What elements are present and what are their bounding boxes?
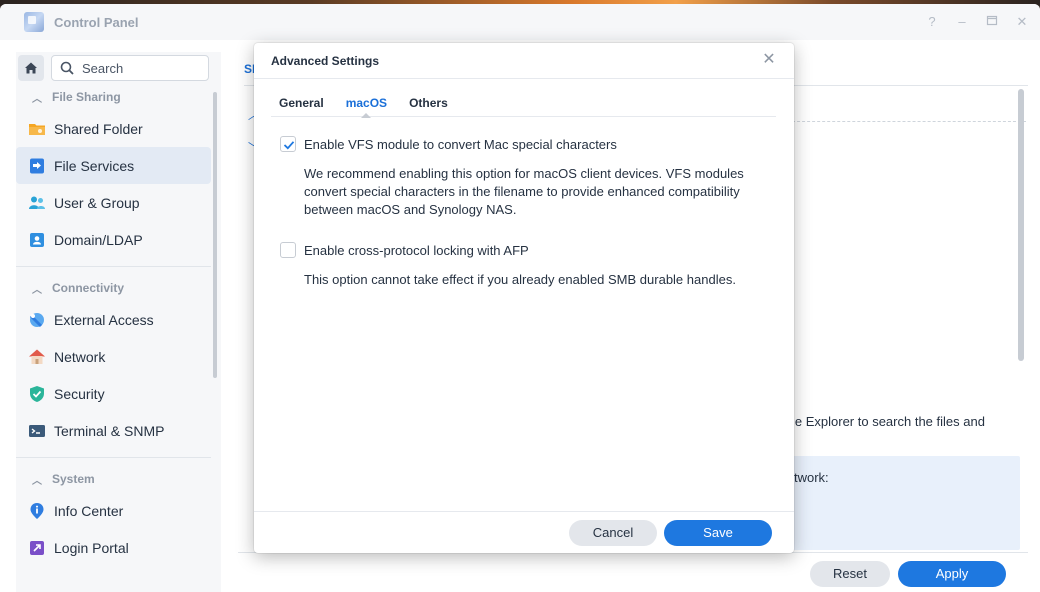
main-info-box: twork: — [782, 456, 1020, 550]
dialog-header: Advanced Settings — [254, 43, 794, 79]
main-dashed-divider — [782, 121, 1026, 122]
control-panel-app-icon — [24, 12, 44, 32]
folder-icon — [29, 123, 45, 135]
user-group-icon — [29, 196, 45, 209]
network-house-icon — [29, 349, 45, 364]
window-controls: ? – ✕ — [924, 14, 1030, 30]
sidebar-item-info-center[interactable]: Info Center — [16, 492, 211, 529]
sidebar-item-domain-ldap[interactable]: Domain/LDAP — [16, 221, 211, 258]
file-services-icon — [30, 158, 44, 173]
chevron-up-icon: ︿ — [32, 284, 42, 296]
tab-general[interactable]: General — [271, 79, 331, 117]
sidebar-divider — [16, 457, 211, 458]
afp-locking-checkbox[interactable] — [280, 242, 296, 258]
sidebar-item-label: File Services — [54, 157, 135, 174]
dialog-title: Advanced Settings — [271, 53, 380, 68]
sidebar-divider — [16, 266, 211, 267]
option-vfs-module[interactable]: Enable VFS module to convert Mac special… — [280, 136, 617, 152]
afp-locking-description: This option cannot take effect if you al… — [304, 272, 736, 287]
minimize-icon[interactable]: – — [954, 14, 970, 30]
sidebar-item-file-services[interactable]: File Services — [16, 147, 211, 184]
sidebar-item-security[interactable]: Security — [16, 375, 211, 412]
maximize-icon[interactable] — [984, 14, 1000, 30]
external-access-icon — [29, 312, 44, 327]
sidebar-item-login-portal[interactable]: Login Portal — [16, 529, 211, 566]
info-icon — [30, 502, 44, 519]
sidebar-top — [16, 52, 221, 84]
tab-macos[interactable]: macOS — [339, 79, 394, 118]
chevron-up-icon: ︿ — [32, 475, 42, 487]
shield-icon — [30, 385, 44, 402]
section-title: File Sharing — [52, 90, 121, 104]
sidebar-item-user-group[interactable]: User & Group — [16, 184, 211, 221]
checkmark-icon — [283, 141, 295, 150]
sidebar-item-label: User & Group — [54, 194, 140, 211]
close-icon[interactable]: ✕ — [762, 52, 776, 68]
main-scrollbar[interactable] — [1018, 89, 1024, 361]
sidebar-item-label: Domain/LDAP — [54, 231, 143, 248]
help-icon[interactable]: ? — [924, 14, 940, 30]
sidebar-item-label: Security — [54, 385, 105, 402]
apply-button[interactable]: Apply — [898, 561, 1006, 587]
section-system[interactable]: ︿ System — [16, 466, 221, 492]
afp-locking-label: Enable cross-protocol locking with AFP — [304, 242, 529, 258]
sidebar-item-network[interactable]: Network — [16, 338, 211, 375]
sidebar-item-label: Login Portal — [54, 539, 129, 556]
sidebar-item-label: Info Center — [54, 502, 124, 519]
section-title: System — [52, 472, 95, 486]
section-connectivity[interactable]: ︿ Connectivity — [16, 275, 221, 301]
home-button[interactable] — [18, 55, 44, 81]
info-box-text: twork: — [794, 470, 829, 485]
sidebar-item-external-access[interactable]: External Access — [16, 301, 211, 338]
dialog-tabs: General macOS Others — [271, 79, 776, 118]
section-title: Connectivity — [52, 281, 125, 295]
terminal-icon — [29, 424, 45, 437]
close-window-icon[interactable]: ✕ — [1014, 14, 1030, 30]
sidebar-item-label: Network — [54, 348, 106, 365]
sidebar: ︿ File Sharing Shared Folder File Servic… — [16, 52, 221, 592]
search-box[interactable] — [51, 55, 209, 81]
advanced-settings-dialog: Advanced Settings ✕ General macOS Others… — [254, 43, 794, 553]
option-afp-locking[interactable]: Enable cross-protocol locking with AFP — [280, 242, 529, 258]
domain-icon — [30, 232, 44, 247]
chevron-up-icon: ︿ — [32, 93, 42, 105]
search-input[interactable] — [82, 60, 192, 76]
sidebar-item-shared-folder[interactable]: Shared Folder — [16, 110, 211, 147]
search-icon — [60, 61, 74, 75]
section-file-sharing[interactable]: ︿ File Sharing — [16, 84, 221, 110]
cancel-button[interactable]: Cancel — [569, 520, 657, 546]
tab-others[interactable]: Others — [402, 79, 455, 117]
vfs-module-label: Enable VFS module to convert Mac special… — [304, 136, 617, 152]
vfs-module-checkbox[interactable] — [280, 136, 296, 152]
sidebar-item-label: Terminal & SNMP — [54, 422, 165, 439]
reset-button[interactable]: Reset — [810, 561, 890, 587]
dialog-footer-divider — [254, 511, 794, 512]
save-button[interactable]: Save — [664, 520, 772, 546]
login-portal-icon — [30, 540, 44, 555]
sidebar-item-terminal-snmp[interactable]: Terminal & SNMP — [16, 412, 211, 449]
window-title: Control Panel — [54, 14, 139, 30]
main-description-text: le Explorer to search the files and — [792, 414, 985, 429]
title-bar: Control Panel ? – ✕ — [0, 4, 1040, 40]
sidebar-scrollbar[interactable] — [213, 92, 217, 378]
home-icon — [25, 62, 37, 74]
sidebar-item-label: Shared Folder — [54, 120, 143, 137]
sidebar-item-label: External Access — [54, 311, 154, 328]
vfs-module-description: We recommend enabling this option for ma… — [304, 166, 744, 217]
